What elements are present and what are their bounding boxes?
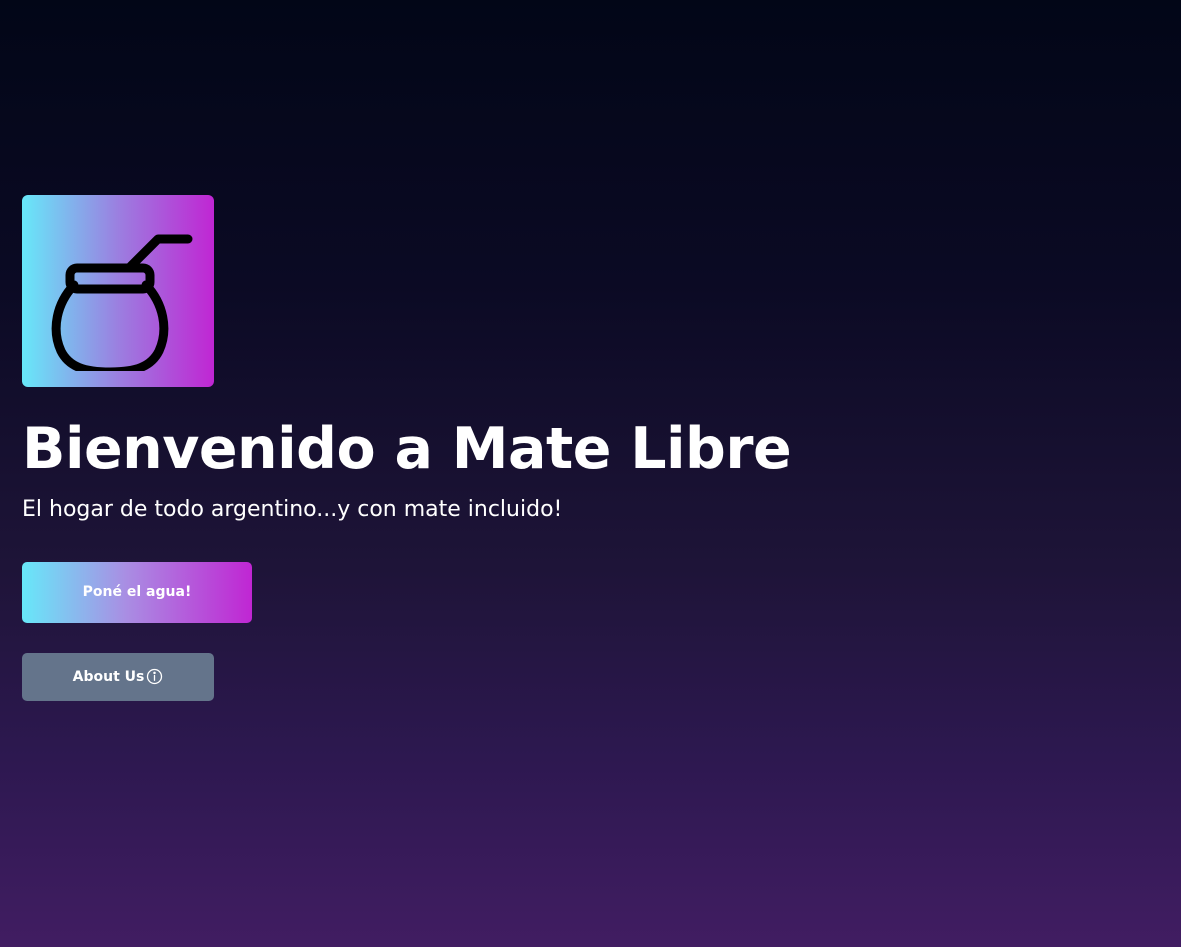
- mate-gourd-icon: [51, 234, 193, 371]
- hero-section: Bienvenido a Mate Libre El hogar de todo…: [22, 195, 922, 701]
- about-us-button-label: About Us: [72, 668, 145, 685]
- pone-el-agua-button[interactable]: Poné el agua!: [22, 561, 252, 623]
- pone-el-agua-button-label: Poné el agua!: [82, 584, 192, 601]
- about-us-button[interactable]: About Us: [22, 652, 214, 701]
- app-logo: [22, 195, 214, 387]
- info-circle-icon: [146, 668, 163, 685]
- page-title: Bienvenido a Mate Libre: [22, 416, 792, 482]
- page-subtitle: El hogar de todo argentino...y con mate …: [22, 496, 563, 522]
